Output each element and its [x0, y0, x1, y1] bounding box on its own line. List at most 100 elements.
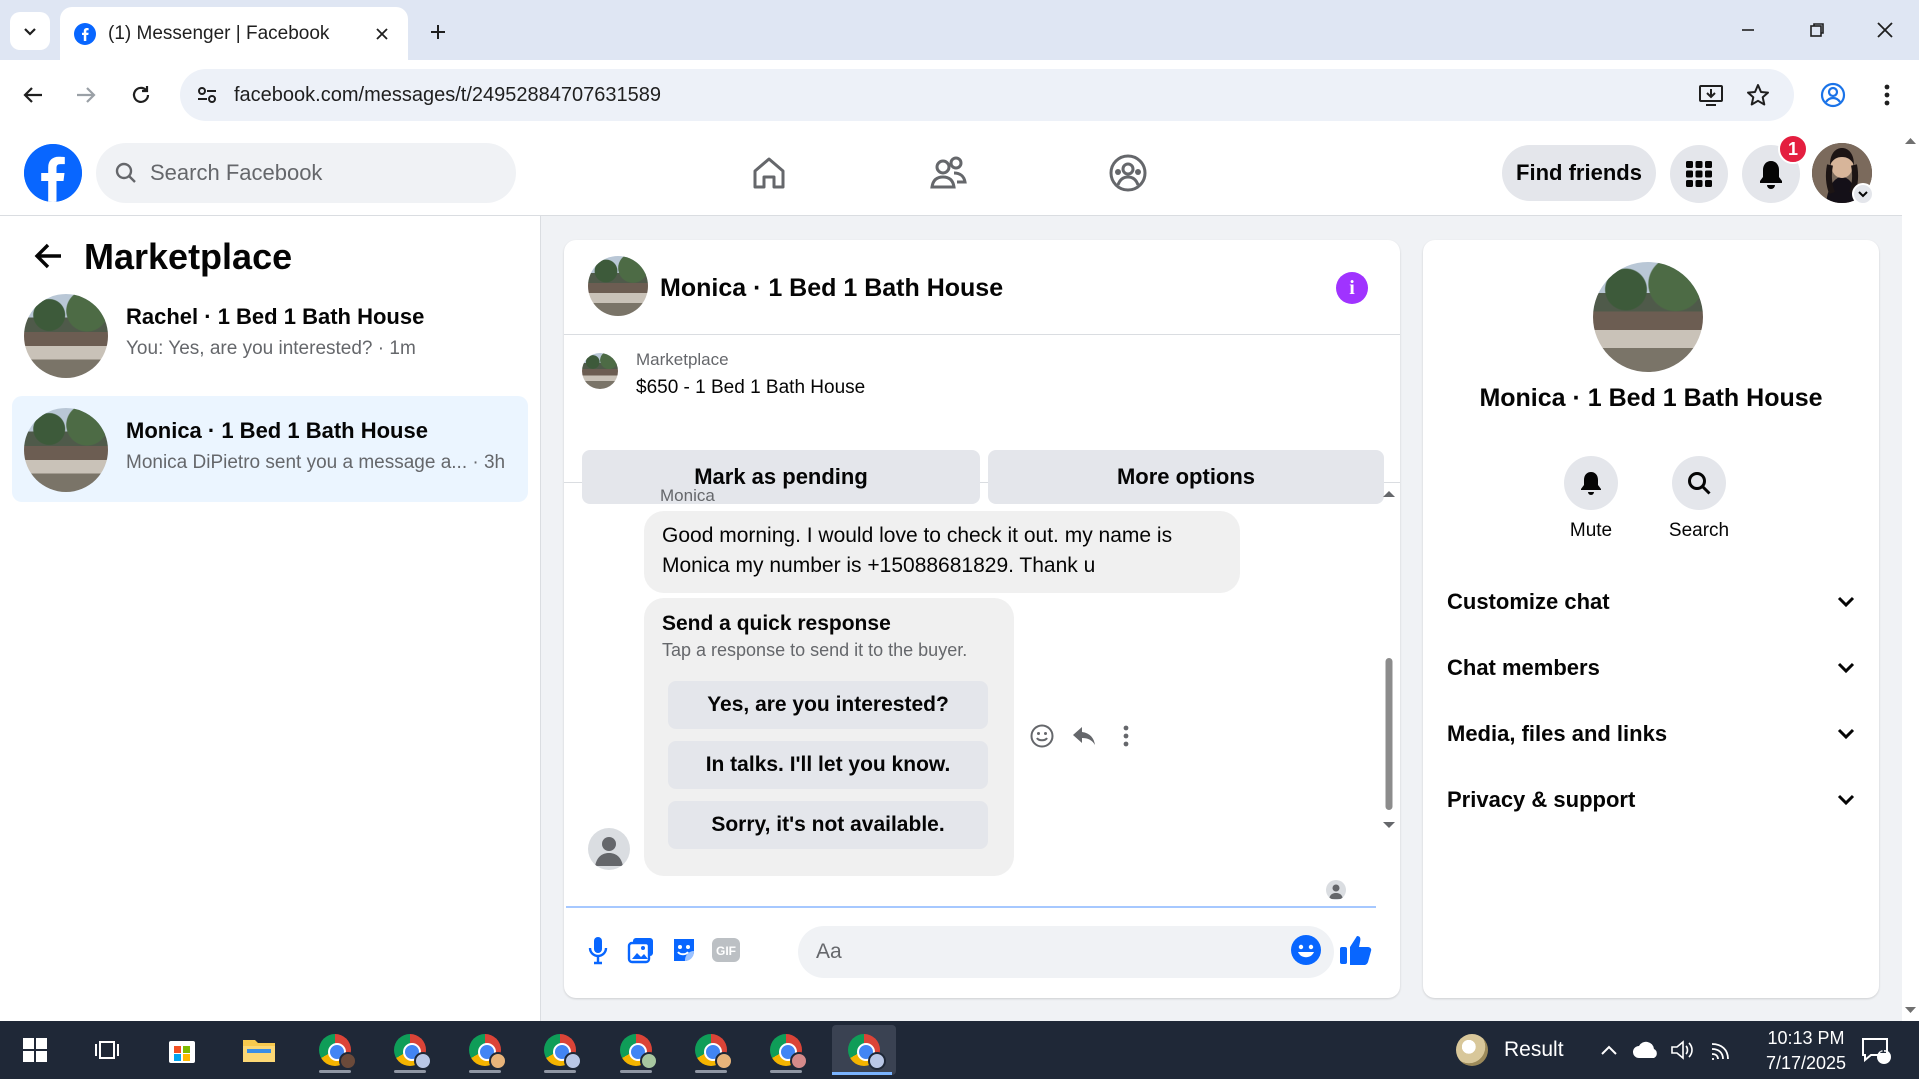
notification-center-button[interactable]: 1 — [1856, 1033, 1896, 1067]
facebook-search-input[interactable] — [150, 160, 490, 186]
voice-clip-button[interactable] — [578, 930, 618, 970]
conversation-avatar — [24, 408, 108, 492]
chrome-icon — [394, 1034, 432, 1070]
site-settings-icon[interactable] — [196, 84, 218, 106]
chrome-window-button[interactable] — [681, 1025, 741, 1075]
mute-action[interactable]: Mute — [1541, 456, 1641, 542]
back-button[interactable] — [12, 74, 54, 116]
customize-chat-section[interactable]: Customize chat — [1435, 575, 1867, 629]
tab-search-button[interactable] — [10, 12, 50, 50]
scroll-down-arrow-icon[interactable] — [1383, 822, 1395, 828]
message-composer: GIF — [564, 908, 1400, 998]
microsoft-store-button[interactable] — [152, 1025, 212, 1075]
send-like-button[interactable] — [1336, 930, 1376, 970]
chrome-icon — [848, 1034, 886, 1070]
conversation-item-active[interactable]: Monica · 1 Bed 1 Bath House Monica DiPie… — [12, 396, 528, 502]
nav-home[interactable] — [742, 148, 796, 198]
quick-response-button[interactable]: In talks. I'll let you know. — [668, 741, 988, 789]
chrome-icon — [544, 1034, 582, 1070]
details-avatar[interactable] — [1593, 262, 1703, 372]
privacy-support-section[interactable]: Privacy & support — [1435, 773, 1867, 827]
message-more-button[interactable] — [1108, 718, 1144, 754]
media-files-links-section[interactable]: Media, files and links — [1435, 707, 1867, 761]
attach-media-button[interactable] — [621, 930, 661, 970]
listing-thumbnail[interactable] — [582, 353, 618, 389]
menu-button[interactable] — [1670, 145, 1728, 203]
scroll-up-arrow-icon[interactable] — [1905, 138, 1916, 144]
network-button[interactable] — [1706, 1035, 1736, 1065]
start-button[interactable] — [5, 1025, 65, 1075]
show-hidden-icons-button[interactable] — [1594, 1035, 1624, 1065]
emoji-button[interactable] — [1286, 930, 1326, 970]
account-menu-chevron-icon[interactable] — [1852, 183, 1874, 205]
install-app-button[interactable] — [1690, 74, 1732, 116]
reload-icon — [132, 86, 150, 103]
nav-friends[interactable] — [922, 148, 976, 198]
search-in-chat-action[interactable]: Search — [1649, 456, 1749, 542]
volume-button[interactable] — [1668, 1035, 1698, 1065]
gif-button[interactable]: GIF — [706, 930, 746, 970]
bell-icon — [1760, 161, 1782, 189]
chrome-window-button[interactable] — [756, 1025, 816, 1075]
arrow-right-icon — [77, 87, 96, 103]
message-input[interactable] — [816, 940, 1256, 964]
quick-response-button[interactable]: Yes, are you interested? — [668, 681, 988, 729]
page-scrollbar[interactable] — [1902, 130, 1919, 1021]
chat-members-section[interactable]: Chat members — [1435, 641, 1867, 695]
sticker-button[interactable] — [664, 930, 704, 970]
react-button[interactable] — [1024, 718, 1060, 754]
chat-panel: Monica · 1 Bed 1 Bath House i Marketplac… — [564, 240, 1400, 998]
scroll-thumb[interactable] — [1385, 658, 1393, 810]
chrome-window-button-active[interactable] — [832, 1025, 896, 1075]
browser-menu-button[interactable] — [1866, 74, 1908, 116]
conversation-snippet: You: Yes, are you interested? · 1m — [126, 338, 416, 359]
chat-header: Monica · 1 Bed 1 Bath House i — [564, 240, 1400, 335]
file-explorer-button[interactable] — [229, 1025, 289, 1075]
quick-response-button[interactable]: Sorry, it's not available. — [668, 801, 988, 849]
chat-avatar[interactable] — [588, 256, 648, 316]
back-to-chats-button[interactable] — [30, 238, 66, 274]
browser-tab-messenger[interactable]: (1) Messenger | Facebook — [60, 7, 408, 60]
onedrive-button[interactable] — [1631, 1035, 1661, 1065]
microphone-icon — [588, 937, 608, 965]
facebook-search-bar[interactable] — [96, 143, 516, 203]
profile-button[interactable] — [1812, 74, 1854, 116]
wifi-icon — [1711, 1043, 1729, 1060]
address-bar[interactable]: facebook.com/messages/t/2495288470763158… — [180, 69, 1794, 121]
cloud-icon — [1633, 1041, 1657, 1058]
close-window-button[interactable] — [1860, 10, 1910, 50]
reload-button[interactable] — [120, 74, 162, 116]
chrome-window-button[interactable] — [305, 1025, 365, 1075]
bookmark-button[interactable] — [1737, 74, 1779, 116]
widget-label: Result — [1504, 1038, 1564, 1061]
chrome-window-button[interactable] — [455, 1025, 515, 1075]
new-tab-button[interactable] — [420, 14, 456, 50]
sender-avatar[interactable] — [588, 828, 630, 870]
conversation-snippet: Monica DiPietro sent you a message a... … — [126, 452, 506, 473]
friends-icon — [930, 156, 967, 189]
chrome-window-button[interactable] — [380, 1025, 440, 1075]
reply-button[interactable] — [1066, 718, 1102, 754]
tab-close-icon[interactable] — [370, 22, 394, 46]
weather-widget[interactable]: Result — [1456, 1033, 1564, 1067]
listing-price[interactable]: $650 - 1 Bed 1 Bath House — [636, 377, 865, 399]
chat-title[interactable]: Monica · 1 Bed 1 Bath House — [660, 274, 1003, 303]
scroll-up-arrow-icon[interactable] — [1383, 491, 1395, 497]
scroll-down-arrow-icon[interactable] — [1905, 1007, 1916, 1013]
nav-groups[interactable] — [1101, 148, 1155, 198]
chrome-window-button[interactable] — [530, 1025, 590, 1075]
minimize-window-button[interactable] — [1723, 10, 1773, 50]
task-view-button[interactable] — [77, 1025, 137, 1075]
message-bubble[interactable]: Good morning. I would love to check it o… — [644, 511, 1240, 593]
conversation-item[interactable]: Rachel · 1 Bed 1 Bath House You: Yes, ar… — [12, 282, 528, 388]
browser-toolbar: facebook.com/messages/t/2495288470763158… — [0, 60, 1919, 130]
forward-button[interactable] — [65, 74, 107, 116]
message-input-field[interactable] — [798, 926, 1334, 978]
system-clock[interactable]: 10:13 PM 7/17/2025 — [1742, 1026, 1870, 1076]
chrome-window-button[interactable] — [606, 1025, 666, 1075]
facebook-logo-icon[interactable] — [24, 144, 82, 202]
conversation-info-icon[interactable]: i — [1336, 272, 1368, 304]
thread-scrollbar[interactable] — [1380, 483, 1398, 906]
find-friends-button[interactable]: Find friends — [1502, 145, 1656, 201]
restore-window-button[interactable] — [1792, 10, 1842, 50]
